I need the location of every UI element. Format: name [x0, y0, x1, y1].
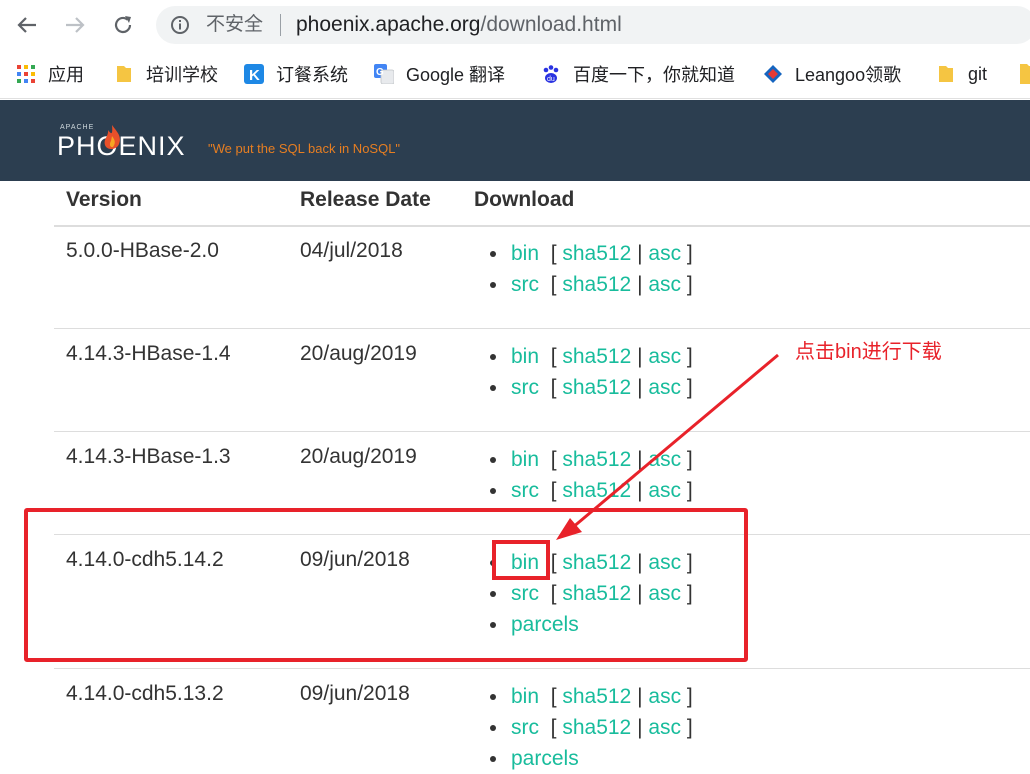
annotation-arrow-icon: [556, 353, 779, 540]
